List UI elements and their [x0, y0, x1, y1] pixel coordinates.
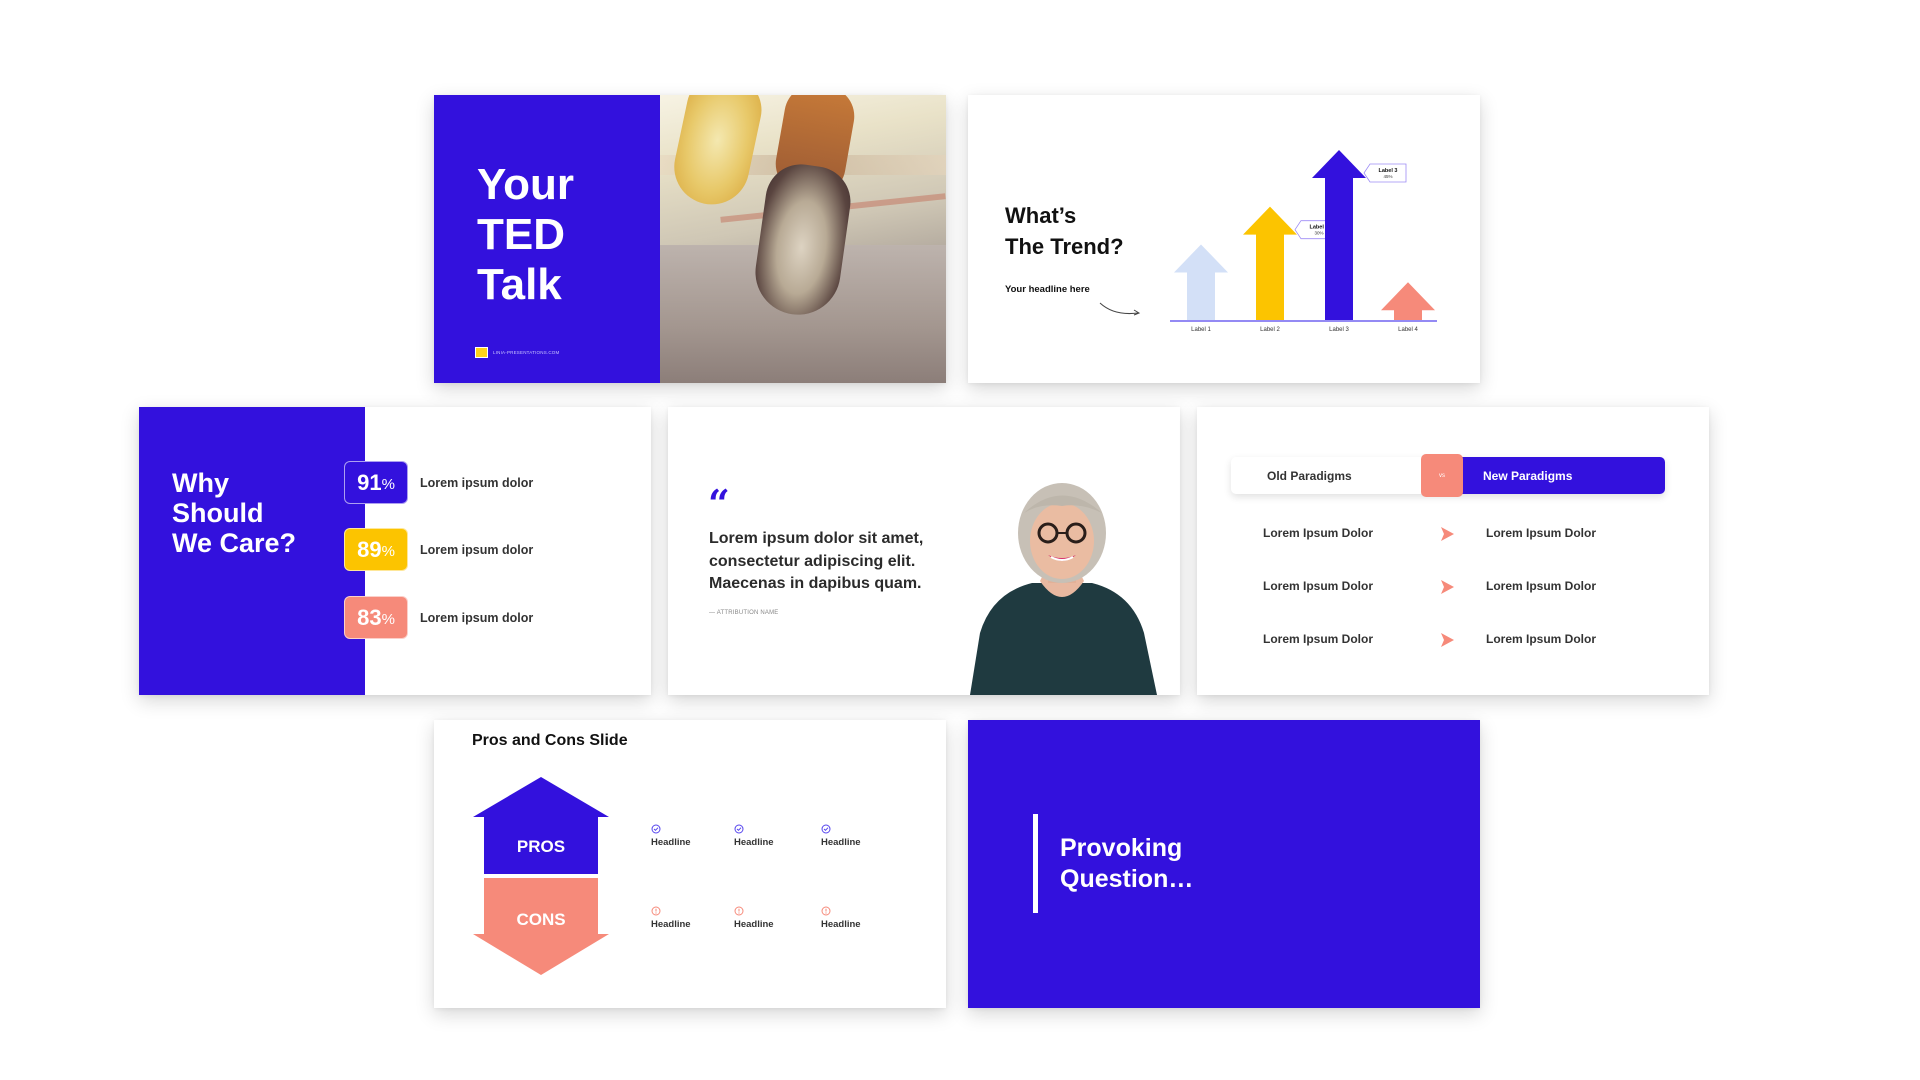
arrow-bar-1: [1174, 244, 1228, 320]
con-headline: Headline: [734, 919, 774, 930]
old-item: Lorem Ipsum Dolor: [1263, 579, 1374, 593]
stat-value: 83: [357, 604, 382, 630]
title-line: Question…: [1060, 865, 1194, 893]
pro-item: Headline: [651, 824, 711, 848]
care-title: Why Should We Care?: [172, 468, 296, 558]
stat-item: 83% Lorem ipsum dolor: [344, 596, 533, 639]
arrow-right-icon: [1441, 527, 1454, 541]
brand-logo: LINIA-PRESENTATIONS.COM: [475, 347, 559, 358]
stat-text: Lorem ipsum dolor: [420, 542, 534, 557]
stat-value: 91: [357, 469, 382, 495]
pros-cons-title: Pros and Cons Slide: [472, 732, 628, 749]
quote-mark-icon: “: [708, 481, 730, 526]
con-headline: Headline: [821, 919, 861, 930]
quote-text: Lorem ipsum dolor sit amet, consectetur …: [709, 530, 924, 592]
x-tick-label: Label 4: [1398, 327, 1418, 333]
title-line: TED: [477, 210, 565, 259]
slide-pros-cons[interactable]: Pros and Cons Slide PROS CONS Headline H…: [434, 720, 946, 1008]
photo-shoe: [667, 95, 768, 212]
alert-circle-icon: [651, 906, 661, 916]
check-circle-icon: [821, 824, 831, 834]
stat-badge: 83%: [344, 596, 408, 639]
stat-unit: %: [381, 476, 395, 493]
con-item: Headline: [651, 906, 711, 930]
pro-headline: Headline: [651, 837, 691, 848]
stat-item: 91% Lorem ipsum dolor: [344, 461, 533, 504]
runner-photo: [660, 95, 946, 383]
x-tick-label: Label 2: [1260, 327, 1280, 333]
slide-title-heading: Your TED Talk: [477, 160, 574, 310]
new-paradigms-label: New Paradigms: [1483, 469, 1573, 483]
stat-badge: 89%: [344, 528, 408, 571]
logo-icon: [475, 347, 488, 358]
title-line: The Trend?: [1005, 234, 1124, 259]
pro-headline: Headline: [821, 837, 861, 848]
new-item: Lorem Ipsum Dolor: [1486, 526, 1597, 540]
callout-value: 30%: [1314, 231, 1323, 236]
pro-headline: Headline: [734, 837, 774, 848]
slide-quote[interactable]: “ Lorem ipsum dolor sit amet, consectetu…: [668, 407, 1180, 695]
callout-tag: Label 345%: [1363, 163, 1407, 183]
trend-arrow-chart: Label 1 Label 2Label 230%Label 3Label 345…: [1170, 150, 1437, 333]
pros-cons-arrows: PROS CONS: [473, 777, 609, 975]
arrow-bar-4: [1381, 282, 1435, 320]
pro-item: Headline: [821, 824, 881, 848]
stat-text: Lorem ipsum dolor: [420, 475, 534, 490]
new-item: Lorem Ipsum Dolor: [1486, 632, 1597, 646]
x-tick-label: Label 3: [1329, 327, 1349, 333]
con-item: Headline: [821, 906, 881, 930]
slide-title[interactable]: Your TED Talk LINIA-PRESENTATIONS.COM: [434, 95, 946, 383]
slide-question[interactable]: Provoking Question…: [968, 720, 1480, 1008]
title-line: Provoking: [1060, 834, 1183, 862]
alert-circle-icon: [734, 906, 744, 916]
slide-why-care[interactable]: Why Should We Care? 91% Lorem ipsum dolo…: [139, 407, 651, 695]
title-line: Talk: [477, 260, 562, 309]
old-item: Lorem Ipsum Dolor: [1263, 632, 1374, 646]
pro-item: Headline: [734, 824, 794, 848]
con-item: Headline: [734, 906, 794, 930]
stat-unit: %: [381, 543, 395, 560]
title-line: What’s: [1005, 203, 1077, 228]
title-line: Your: [477, 160, 574, 209]
curved-arrow-icon: [1099, 302, 1141, 316]
arrow-bar-2: [1243, 206, 1297, 320]
arrow-right-icon: [1441, 580, 1454, 594]
slide-trend[interactable]: What’s The Trend? Your headline here Lab…: [968, 95, 1480, 383]
check-circle-icon: [734, 824, 744, 834]
stat-unit: %: [381, 611, 395, 628]
x-tick-label: Label 1: [1191, 327, 1211, 333]
callout-value: 45%: [1383, 174, 1392, 179]
old-paradigms-label: Old Paradigms: [1267, 469, 1352, 483]
vs-badge: vs: [1421, 454, 1463, 497]
stat-value: 89: [357, 536, 382, 562]
stat-item: 89% Lorem ipsum dolor: [344, 528, 533, 571]
con-headline: Headline: [651, 919, 691, 930]
portrait-photo: [970, 483, 1157, 695]
slide-paradigms[interactable]: Old Paradigms New Paradigms vs Lorem Ips…: [1197, 407, 1709, 695]
title-line: Why: [172, 468, 229, 498]
quote-attribution: — ATTRIBUTION NAME: [709, 610, 779, 616]
pros-arrow-up: [473, 777, 609, 874]
accent-bar: [1033, 814, 1038, 913]
paradigm-header: Old Paradigms New Paradigms vs: [1231, 454, 1665, 497]
old-item: Lorem Ipsum Dolor: [1263, 526, 1374, 540]
alert-circle-icon: [821, 906, 831, 916]
new-item: Lorem Ipsum Dolor: [1486, 579, 1597, 593]
logo-text: LINIA-PRESENTATIONS.COM: [493, 350, 560, 355]
trend-subtitle: Your headline here: [1005, 284, 1090, 295]
arrow-right-icon: [1441, 633, 1454, 647]
stat-badge: 91%: [344, 461, 408, 504]
title-line: Should: [172, 498, 264, 528]
check-circle-icon: [651, 824, 661, 834]
stat-text: Lorem ipsum dolor: [420, 610, 534, 625]
title-line: We Care?: [172, 528, 297, 558]
pros-label: PROS: [517, 837, 565, 856]
cons-label: CONS: [516, 910, 565, 929]
question-title: Provoking Question…: [1060, 833, 1193, 895]
trend-title: What’s The Trend?: [1005, 200, 1124, 262]
